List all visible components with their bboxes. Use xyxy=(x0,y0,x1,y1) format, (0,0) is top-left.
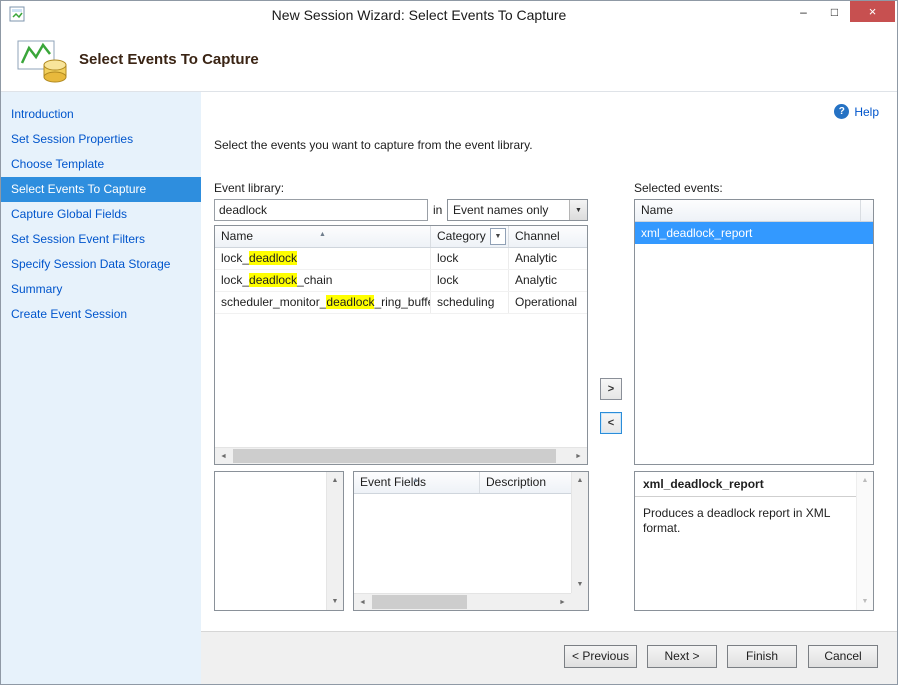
search-scope-dropdown[interactable]: Event names only ▼ xyxy=(447,199,588,221)
events-wizard-icon xyxy=(17,38,69,84)
scrollbar-track[interactable] xyxy=(232,448,570,464)
scrollbar-thumb[interactable] xyxy=(372,595,467,609)
sidebar-item-summary[interactable]: Summary xyxy=(1,277,201,302)
chevron-down-icon[interactable]: ▼ xyxy=(569,200,587,220)
column-header-channel[interactable]: Channel xyxy=(509,226,587,247)
add-event-button[interactable]: > xyxy=(600,378,622,400)
event-category-cell: lock xyxy=(431,248,509,269)
window-title: New Session Wizard: Select Events To Cap… xyxy=(61,7,777,23)
event-library-table: Name ▲ Category ▼ Channel lock_deadlock … xyxy=(214,225,588,465)
sidebar-item-capture-global-fields[interactable]: Capture Global Fields xyxy=(1,202,201,227)
divider xyxy=(635,496,873,497)
sidebar-item-session-event-filters[interactable]: Set Session Event Filters xyxy=(1,227,201,252)
column-header-description[interactable]: Description xyxy=(480,472,571,493)
previous-button[interactable]: < Previous xyxy=(564,645,637,668)
column-header-event-fields[interactable]: Event Fields ▲ xyxy=(354,472,480,493)
search-match-highlight: deadlock xyxy=(326,295,374,309)
scroll-down-icon[interactable]: ▼ xyxy=(572,576,588,593)
search-scope-value: Event names only xyxy=(453,203,548,217)
horizontal-scrollbar[interactable]: ◄ ► xyxy=(354,593,571,610)
sidebar-item-choose-template[interactable]: Choose Template xyxy=(1,152,201,177)
table-row[interactable]: lock_deadlock_chain lock Analytic xyxy=(215,270,587,292)
finish-button[interactable]: Finish xyxy=(727,645,797,668)
scroll-up-icon[interactable]: ▲ xyxy=(327,472,343,489)
vertical-scrollbar[interactable]: ▲ ▼ xyxy=(856,472,873,610)
scroll-right-icon[interactable]: ► xyxy=(570,448,587,464)
event-description-panel: xml_deadlock_report Produces a deadlock … xyxy=(634,471,874,611)
wizard-header: Select Events To Capture xyxy=(1,29,897,92)
next-button[interactable]: Next > xyxy=(647,645,717,668)
event-library-rows: lock_deadlock lock Analytic lock_deadloc… xyxy=(215,248,587,447)
table-row[interactable]: scheduler_monitor_deadlock_ring_buffer_r… xyxy=(215,292,587,314)
column-header-category[interactable]: Category ▼ xyxy=(431,226,509,247)
wizard-footer: < Previous Next > Finish Cancel xyxy=(201,631,897,684)
scroll-up-icon[interactable]: ▲ xyxy=(572,472,588,489)
help-icon: ? xyxy=(834,104,849,119)
scrollbar-track[interactable] xyxy=(371,594,554,610)
scroll-down-icon[interactable]: ▼ xyxy=(327,593,343,610)
help-label: Help xyxy=(854,105,879,119)
remove-event-button[interactable]: < xyxy=(600,412,622,434)
title-bar[interactable]: New Session Wizard: Select Events To Cap… xyxy=(1,1,897,29)
event-name-cell: scheduler_monitor_deadlock_ring_buffer_r… xyxy=(215,292,431,313)
event-fields-header: Event Fields ▲ Description xyxy=(354,472,571,494)
event-detail-list[interactable]: ▲ ▼ xyxy=(214,471,344,611)
table-row[interactable]: lock_deadlock lock Analytic xyxy=(215,248,587,270)
event-search-input[interactable] xyxy=(214,199,428,221)
event-name-cell: lock_deadlock xyxy=(215,248,431,269)
event-library-label: Event library: xyxy=(214,181,284,195)
cancel-button[interactable]: Cancel xyxy=(808,645,878,668)
minimize-button[interactable]: – xyxy=(788,1,819,22)
event-name-cell: lock_deadlock_chain xyxy=(215,270,431,291)
selected-events-label: Selected events: xyxy=(634,181,723,195)
sidebar-item-create-event-session[interactable]: Create Event Session xyxy=(1,302,201,327)
vertical-scrollbar[interactable]: ▲ ▼ xyxy=(571,472,588,593)
event-channel-cell: Analytic xyxy=(509,248,587,269)
event-channel-cell: Operational xyxy=(509,292,587,313)
scrollbar-corner xyxy=(571,593,588,610)
maximize-button[interactable]: □ xyxy=(819,1,850,22)
selected-event-row[interactable]: xml_deadlock_report xyxy=(635,222,873,244)
sidebar-item-select-events[interactable]: Select Events To Capture xyxy=(1,177,201,202)
sidebar-item-introduction[interactable]: Introduction xyxy=(1,102,201,127)
event-description-text: Produces a deadlock report in XML format… xyxy=(635,502,855,540)
event-channel-cell: Analytic xyxy=(509,270,587,291)
category-filter-dropdown-icon[interactable]: ▼ xyxy=(490,228,506,245)
horizontal-scrollbar[interactable]: ◄ ► xyxy=(215,447,587,464)
sort-asc-icon: ▲ xyxy=(412,471,419,491)
event-description-title: xml_deadlock_report xyxy=(635,472,873,495)
sidebar-item-set-session-properties[interactable]: Set Session Properties xyxy=(1,127,201,152)
event-category-cell: scheduling xyxy=(431,292,509,313)
event-fields-table: Event Fields ▲ Description ▲ ▼ ◄ ► xyxy=(353,471,589,611)
search-match-highlight: deadlock xyxy=(249,251,297,265)
app-icon xyxy=(9,6,26,23)
column-header-name[interactable]: Name ▲ xyxy=(215,226,431,247)
main-content: ? Help Select the events you want to cap… xyxy=(201,92,897,633)
instruction-text: Select the events you want to capture fr… xyxy=(214,138,533,152)
scroll-left-icon[interactable]: ◄ xyxy=(215,448,232,464)
column-separator xyxy=(860,200,861,221)
selected-events-header[interactable]: Name xyxy=(635,200,873,222)
help-link[interactable]: ? Help xyxy=(834,104,879,119)
close-button[interactable]: × xyxy=(850,1,895,22)
scroll-left-icon[interactable]: ◄ xyxy=(354,594,371,610)
sort-asc-icon: ▲ xyxy=(319,226,326,245)
selected-events-table: Name xml_deadlock_report xyxy=(634,199,874,465)
window-controls: – □ × xyxy=(788,1,895,22)
scroll-down-icon[interactable]: ▼ xyxy=(857,593,873,610)
event-category-cell: lock xyxy=(431,270,509,291)
in-label: in xyxy=(433,203,442,217)
wizard-window: New Session Wizard: Select Events To Cap… xyxy=(0,0,898,685)
page-title: Select Events To Capture xyxy=(79,51,259,68)
scrollbar-thumb[interactable] xyxy=(233,449,556,463)
search-match-highlight: deadlock xyxy=(249,273,297,287)
event-library-table-header: Name ▲ Category ▼ Channel xyxy=(215,226,587,248)
sidebar-item-session-data-storage[interactable]: Specify Session Data Storage xyxy=(1,252,201,277)
scroll-up-icon[interactable]: ▲ xyxy=(857,472,873,489)
scroll-right-icon[interactable]: ► xyxy=(554,594,571,610)
wizard-steps-sidebar: Introduction Set Session Properties Choo… xyxy=(1,92,201,684)
vertical-scrollbar[interactable]: ▲ ▼ xyxy=(326,472,343,610)
